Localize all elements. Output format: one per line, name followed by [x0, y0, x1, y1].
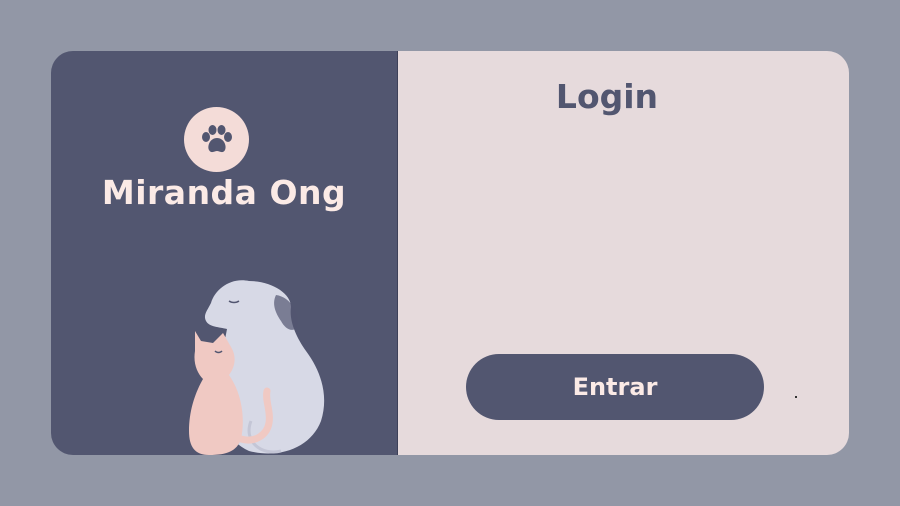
login-card: Miranda Ong Login Entrar — [51, 51, 849, 455]
cat-and-dog-illustration — [189, 280, 325, 455]
stray-dot — [795, 396, 797, 398]
brand-panel: Miranda Ong — [51, 51, 397, 455]
brand-name: Miranda Ong — [101, 173, 347, 212]
login-panel: Login Entrar — [398, 51, 849, 455]
submit-button[interactable]: Entrar — [466, 354, 764, 420]
logo-badge — [184, 107, 249, 172]
login-title: Login — [555, 77, 659, 116]
paw-icon — [201, 124, 232, 152]
